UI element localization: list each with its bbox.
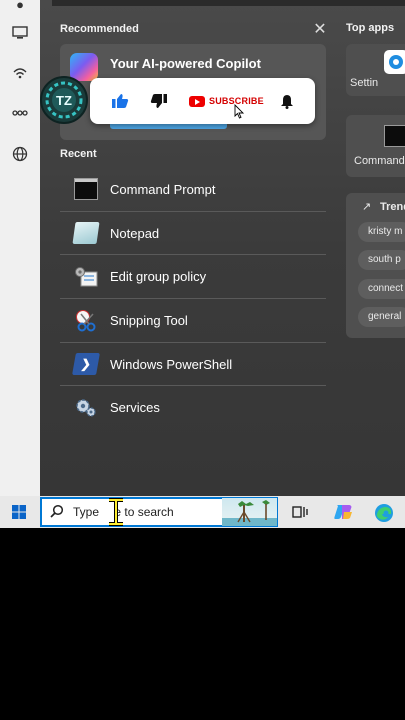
top-apps-heading: Top apps xyxy=(346,22,395,34)
recent-item-notepad[interactable]: Notepad xyxy=(60,212,326,256)
notepad-icon xyxy=(72,222,100,245)
text-cursor-icon xyxy=(106,498,126,528)
trending-chip[interactable]: general xyxy=(358,307,405,327)
background-window-sidebar: ● xyxy=(0,0,40,496)
top-app-label: Settin xyxy=(350,77,379,89)
recent-item-label: Services xyxy=(110,400,160,416)
command-prompt-icon xyxy=(74,178,98,201)
services-icon xyxy=(74,397,98,419)
recent-item-label: Command Prompt xyxy=(110,181,216,197)
subscribe-button[interactable]: SUBSCRIBE xyxy=(189,94,264,108)
recent-item-label: Notepad xyxy=(110,225,160,241)
globe-icon[interactable] xyxy=(11,146,29,164)
group-policy-icon xyxy=(74,266,98,288)
top-app-settings[interactable]: Settin xyxy=(346,44,405,96)
monitor-icon[interactable] xyxy=(11,26,29,44)
start-menu-top-edge xyxy=(52,0,405,6)
recent-list: Command Prompt Notepad Edit group policy… xyxy=(60,168,326,429)
copilot-icon xyxy=(70,53,98,81)
desktop-screen: ● Recommended ✕ Your AI-powered Copilot … xyxy=(0,0,405,528)
mouse-pointer-icon xyxy=(234,103,245,124)
snipping-tool-icon xyxy=(74,309,98,332)
channel-initials: TZ xyxy=(56,93,72,108)
edge-icon[interactable] xyxy=(374,503,393,522)
app-icon[interactable]: ● xyxy=(11,0,29,14)
like-icon[interactable] xyxy=(111,93,129,114)
channel-avatar[interactable]: TZ xyxy=(40,76,88,124)
trending-chip[interactable]: south p xyxy=(358,250,405,270)
copilot-icon[interactable] xyxy=(333,503,352,521)
recent-item-services[interactable]: Services xyxy=(60,386,326,429)
recent-item-label: Snipping Tool xyxy=(110,312,188,328)
search-highlight-illustration xyxy=(222,498,277,526)
command-prompt-icon xyxy=(384,125,405,147)
trending-heading: Trend xyxy=(380,201,405,213)
recent-heading: Recent xyxy=(60,148,97,160)
network-icon[interactable] xyxy=(11,106,29,124)
settings-icon xyxy=(384,50,405,79)
powershell-icon: ❯ xyxy=(72,353,100,376)
recommended-heading: Recommended xyxy=(60,23,139,35)
trending-chip[interactable]: connect xyxy=(358,279,405,299)
trending-chip[interactable]: kristy m xyxy=(358,222,405,242)
recent-item-windows-powershell[interactable]: ❯ Windows PowerShell xyxy=(60,343,326,387)
search-placeholder-start: Type xyxy=(73,505,103,519)
windows-start-icon[interactable] xyxy=(12,505,26,519)
trending-arrow-icon: ↗ xyxy=(362,201,372,213)
wifi-icon[interactable] xyxy=(11,66,29,84)
recommended-card-title: Your AI-powered Copilot xyxy=(110,56,261,71)
recent-item-label: Edit group policy xyxy=(110,269,207,285)
recent-item-edit-group-policy[interactable]: Edit group policy xyxy=(60,255,326,300)
youtube-logo-icon xyxy=(189,95,205,107)
bell-icon[interactable] xyxy=(280,94,294,114)
dislike-icon[interactable] xyxy=(150,93,168,114)
close-icon[interactable]: ✕ xyxy=(312,22,328,38)
top-app-label: Command xyxy=(354,155,405,167)
recent-item-label: Windows PowerShell xyxy=(110,356,233,372)
recent-item-command-prompt[interactable]: Command Prompt xyxy=(60,168,326,212)
recent-item-snipping-tool[interactable]: Snipping Tool xyxy=(60,299,326,343)
top-app-command-prompt[interactable]: Command xyxy=(346,115,405,177)
search-icon xyxy=(50,504,64,523)
task-view-icon[interactable] xyxy=(291,503,309,521)
